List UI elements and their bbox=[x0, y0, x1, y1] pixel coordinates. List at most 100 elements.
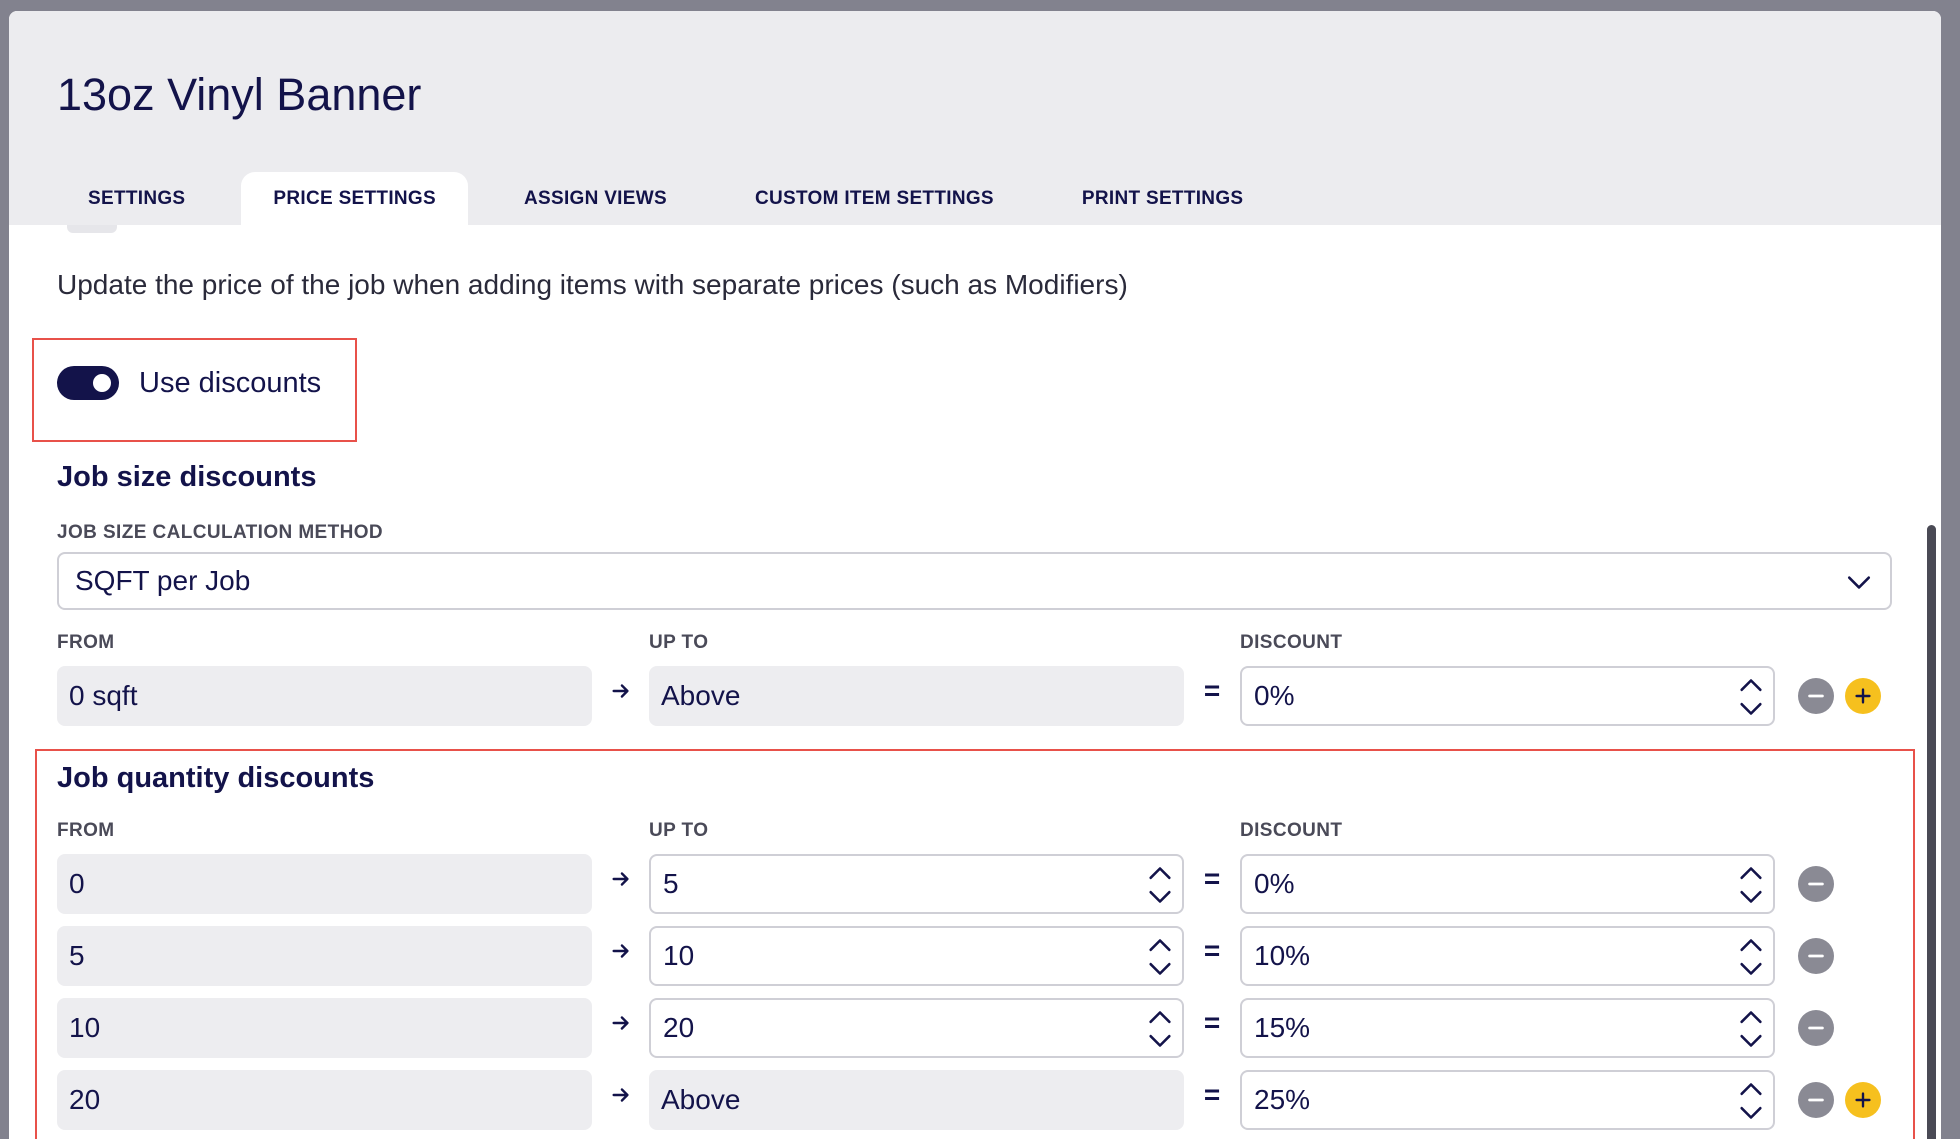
page-title: 13oz Vinyl Banner bbox=[57, 69, 422, 120]
qty-discount-input[interactable]: 15% bbox=[1240, 998, 1775, 1058]
qty-up-to-input[interactable]: 5 bbox=[649, 854, 1184, 914]
spinner-control[interactable] bbox=[1737, 674, 1765, 720]
qty-from-value: 0 bbox=[69, 868, 85, 899]
tab-assign-views[interactable]: ASSIGN VIEWS bbox=[492, 172, 699, 225]
qty-discount-value: 25% bbox=[1254, 1084, 1311, 1115]
chevron-up-icon[interactable] bbox=[1146, 862, 1174, 882]
spinner-control[interactable] bbox=[1146, 934, 1174, 980]
size-from-header: FROM bbox=[57, 632, 115, 653]
equals-sign: = bbox=[1203, 935, 1221, 966]
add-row-button[interactable] bbox=[1845, 678, 1881, 714]
arrow-right-icon bbox=[606, 937, 636, 969]
tab-settings[interactable]: SETTINGS bbox=[56, 172, 217, 225]
clipped-toggle-remnant bbox=[67, 225, 117, 233]
tab-custom-item-settings[interactable]: CUSTOM ITEM SETTINGS bbox=[723, 172, 1026, 225]
qty-up-to-header: UP TO bbox=[649, 820, 709, 841]
tab-price-settings[interactable]: PRICE SETTINGS bbox=[241, 172, 468, 225]
chevron-down-icon[interactable] bbox=[1737, 1104, 1765, 1124]
qty-up-to-input[interactable]: 10 bbox=[649, 926, 1184, 986]
equals-sign: = bbox=[1203, 1079, 1221, 1110]
qty-up-to-value: 20 bbox=[663, 1012, 695, 1043]
qty-from-value: 10 bbox=[69, 1012, 101, 1043]
qty-from-value: 5 bbox=[69, 940, 85, 971]
remove-row-button[interactable] bbox=[1798, 866, 1834, 902]
size-up-to-value: Above bbox=[661, 680, 741, 711]
use-discounts-toggle[interactable] bbox=[57, 366, 119, 400]
qty-up-to-input[interactable]: 20 bbox=[649, 998, 1184, 1058]
use-discounts-row: Use discounts bbox=[57, 366, 321, 400]
tab-print-settings[interactable]: PRINT SETTINGS bbox=[1050, 172, 1276, 225]
minus-icon bbox=[1808, 1098, 1824, 1102]
qty-up-to-value: 10 bbox=[663, 940, 695, 971]
job-quantity-discounts-title: Job quantity discounts bbox=[57, 762, 375, 794]
size-up-to-field: Above bbox=[649, 666, 1184, 726]
size-up-to-header: UP TO bbox=[649, 632, 709, 653]
minus-icon bbox=[1808, 1026, 1824, 1030]
size-discount-header: DISCOUNT bbox=[1240, 632, 1343, 653]
spinner-control[interactable] bbox=[1737, 1006, 1765, 1052]
arrow-right-icon bbox=[606, 677, 636, 709]
arrow-right-icon bbox=[606, 1081, 636, 1113]
remove-row-button[interactable] bbox=[1798, 1082, 1834, 1118]
calculation-method-label: JOB SIZE CALCULATION METHOD bbox=[57, 522, 384, 543]
chevron-down-icon[interactable] bbox=[1146, 888, 1174, 908]
calculation-method-value: SQFT per Job bbox=[75, 565, 251, 596]
plus-icon bbox=[1855, 688, 1871, 704]
qty-up-to-field: Above bbox=[649, 1070, 1184, 1130]
size-from-field: 0 sqft bbox=[57, 666, 592, 726]
spinner-control[interactable] bbox=[1146, 1006, 1174, 1052]
minus-icon bbox=[1808, 694, 1824, 698]
job-size-discounts-title: Job size discounts bbox=[57, 461, 317, 493]
qty-from-field: 20 bbox=[57, 1070, 592, 1130]
minus-icon bbox=[1808, 882, 1824, 886]
calculation-method-select[interactable]: SQFT per Job bbox=[57, 552, 1892, 610]
chevron-down-icon[interactable] bbox=[1146, 960, 1174, 980]
price-settings-panel: Update the price of the job when adding … bbox=[9, 225, 1941, 1139]
chevron-down-icon[interactable] bbox=[1146, 1032, 1174, 1052]
dialog-header: 13oz Vinyl Banner SETTINGS PRICE SETTING… bbox=[9, 11, 1941, 225]
qty-from-value: 20 bbox=[69, 1084, 101, 1115]
arrow-right-icon bbox=[606, 1009, 636, 1041]
chevron-up-icon[interactable] bbox=[1737, 1078, 1765, 1098]
add-row-button[interactable] bbox=[1845, 1082, 1881, 1118]
chevron-up-icon[interactable] bbox=[1737, 1006, 1765, 1026]
qty-discount-value: 10% bbox=[1254, 940, 1311, 971]
chevron-up-icon[interactable] bbox=[1146, 1006, 1174, 1026]
qty-from-field: 5 bbox=[57, 926, 592, 986]
qty-discount-value: 15% bbox=[1254, 1012, 1311, 1043]
equals-sign: = bbox=[1203, 675, 1221, 706]
qty-discount-input[interactable]: 25% bbox=[1240, 1070, 1775, 1130]
spinner-control[interactable] bbox=[1737, 934, 1765, 980]
remove-row-button[interactable] bbox=[1798, 1010, 1834, 1046]
chevron-down-icon[interactable] bbox=[1737, 700, 1765, 720]
equals-sign: = bbox=[1203, 863, 1221, 894]
remove-row-button[interactable] bbox=[1798, 938, 1834, 974]
chevron-down-icon[interactable] bbox=[1737, 1032, 1765, 1052]
chevron-up-icon[interactable] bbox=[1737, 862, 1765, 882]
qty-from-field: 10 bbox=[57, 998, 592, 1058]
qty-up-to-value: Above bbox=[661, 1084, 741, 1115]
dialog-window: 13oz Vinyl Banner SETTINGS PRICE SETTING… bbox=[9, 11, 1941, 1139]
remove-row-button[interactable] bbox=[1798, 678, 1834, 714]
chevron-down-icon[interactable] bbox=[1737, 960, 1765, 980]
spinner-control[interactable] bbox=[1737, 862, 1765, 908]
use-discounts-label: Use discounts bbox=[139, 366, 322, 399]
minus-icon bbox=[1808, 954, 1824, 958]
spinner-control[interactable] bbox=[1737, 1078, 1765, 1124]
spinner-control[interactable] bbox=[1146, 862, 1174, 908]
toggle-knob bbox=[93, 374, 111, 392]
vertical-scrollbar[interactable] bbox=[1927, 525, 1936, 1139]
arrow-right-icon bbox=[606, 865, 636, 897]
qty-discount-input[interactable]: 0% bbox=[1240, 854, 1775, 914]
chevron-up-icon[interactable] bbox=[1737, 934, 1765, 954]
size-from-value: 0 sqft bbox=[69, 680, 138, 711]
chevron-down-icon[interactable] bbox=[1737, 888, 1765, 908]
chevron-up-icon[interactable] bbox=[1737, 674, 1765, 694]
chevron-up-icon[interactable] bbox=[1146, 934, 1174, 954]
qty-from-field: 0 bbox=[57, 854, 592, 914]
update-price-description: Update the price of the job when adding … bbox=[57, 269, 1128, 300]
qty-discount-input[interactable]: 10% bbox=[1240, 926, 1775, 986]
tab-bar: SETTINGS PRICE SETTINGS ASSIGN VIEWS CUS… bbox=[56, 172, 1275, 225]
chevron-down-icon bbox=[1847, 576, 1871, 589]
size-discount-input[interactable]: 0% bbox=[1240, 666, 1775, 726]
